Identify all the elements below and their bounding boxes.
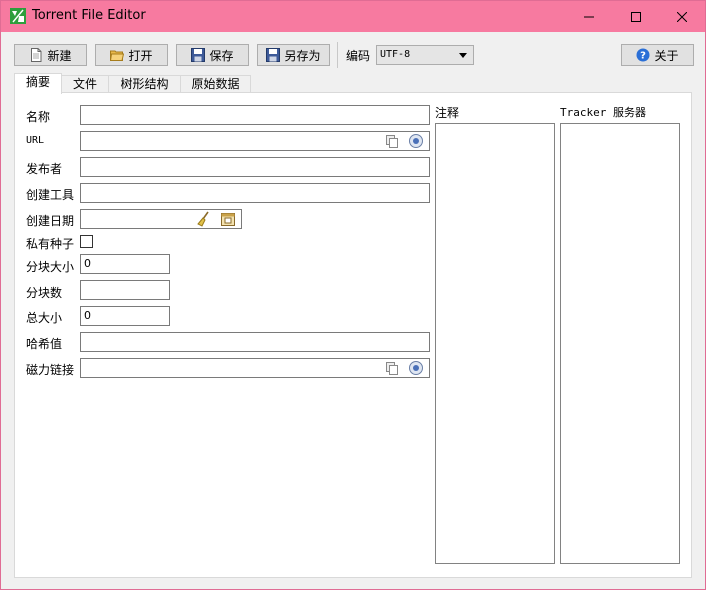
creation-date-label: 创建日期 xyxy=(26,214,75,228)
encoding-select[interactable]: UTF-8 xyxy=(376,45,474,65)
piece-size-value: 0 xyxy=(84,257,91,270)
piece-size-field[interactable]: 0 xyxy=(80,254,170,274)
folder-open-icon xyxy=(110,50,125,61)
piece-size-label: 分块大小 xyxy=(26,260,75,274)
name-field[interactable] xyxy=(80,105,430,125)
tab-summary-label: 摘要 xyxy=(25,75,50,89)
minimize-button[interactable] xyxy=(566,1,612,32)
trackers-label: Tracker 服务器 xyxy=(560,106,646,119)
created-by-label: 创建工具 xyxy=(26,188,75,202)
trackers-list[interactable] xyxy=(560,123,680,564)
clear-broom-icon[interactable] xyxy=(196,211,212,227)
encoding-value: UTF-8 xyxy=(380,49,411,60)
minimize-icon xyxy=(584,16,594,17)
chevron-down-icon xyxy=(459,53,467,58)
created-by-field[interactable] xyxy=(80,183,430,203)
pieces-field[interactable] xyxy=(80,280,170,300)
name-label: 名称 xyxy=(26,110,51,124)
copy-icon[interactable] xyxy=(384,133,400,149)
save-button-label: 保存 xyxy=(209,48,234,63)
hash-label: 哈希值 xyxy=(26,337,63,351)
creation-date-field[interactable] xyxy=(80,209,242,229)
magnet-label: 磁力链接 xyxy=(26,363,75,377)
tab-raw-data-label: 原始数据 xyxy=(191,77,240,91)
private-checkbox[interactable] xyxy=(80,235,93,248)
new-button[interactable]: 新建 xyxy=(14,44,87,66)
url-label: URL xyxy=(26,135,45,146)
about-button-label: 关于 xyxy=(654,48,679,63)
new-file-icon xyxy=(31,48,42,62)
svg-text:?: ? xyxy=(641,51,647,62)
save-button[interactable]: 保存 xyxy=(176,44,249,66)
floppy-disk-icon xyxy=(191,48,206,62)
about-button[interactable]: ? 关于 xyxy=(621,44,694,66)
tab-summary[interactable]: 摘要 xyxy=(14,73,62,94)
tab-files-label: 文件 xyxy=(72,77,97,91)
close-icon xyxy=(677,11,687,22)
publisher-field[interactable] xyxy=(80,157,430,177)
app-window: Torrent File Editor 新建 打开 保存 另存为 编码 UTF-… xyxy=(0,0,706,590)
url-field[interactable] xyxy=(80,131,430,151)
close-button[interactable] xyxy=(659,1,705,32)
publisher-label: 发布者 xyxy=(26,162,63,176)
open-link-icon[interactable] xyxy=(408,360,424,376)
title-bar[interactable]: Torrent File Editor xyxy=(1,1,705,32)
maximize-icon xyxy=(631,11,641,22)
calendar-icon[interactable] xyxy=(220,211,236,227)
comment-textarea[interactable] xyxy=(435,123,555,564)
total-size-field[interactable]: 0 xyxy=(80,306,170,326)
floppy-disk-icon xyxy=(266,48,281,62)
maximize-button[interactable] xyxy=(613,1,659,32)
save-as-button-label: 另存为 xyxy=(284,48,321,63)
window-title: Torrent File Editor xyxy=(32,8,146,23)
open-button[interactable]: 打开 xyxy=(95,44,168,66)
private-label: 私有种子 xyxy=(26,237,75,251)
magnet-field[interactable] xyxy=(80,358,430,378)
total-size-label: 总大小 xyxy=(26,311,63,325)
tab-tree-label: 树形结构 xyxy=(120,77,169,91)
save-as-button[interactable]: 另存为 xyxy=(257,44,330,66)
total-size-value: 0 xyxy=(84,309,91,322)
pieces-label: 分块数 xyxy=(26,286,63,300)
help-icon: ? xyxy=(636,48,650,62)
toolbar-separator xyxy=(337,42,338,68)
encoding-label: 编码 xyxy=(346,49,371,63)
new-button-label: 新建 xyxy=(47,48,72,63)
comment-label: 注释 xyxy=(435,106,460,120)
app-logo-icon xyxy=(10,8,26,24)
open-button-label: 打开 xyxy=(128,48,153,63)
open-link-icon[interactable] xyxy=(408,133,424,149)
copy-icon[interactable] xyxy=(384,360,400,376)
hash-field[interactable] xyxy=(80,332,430,352)
